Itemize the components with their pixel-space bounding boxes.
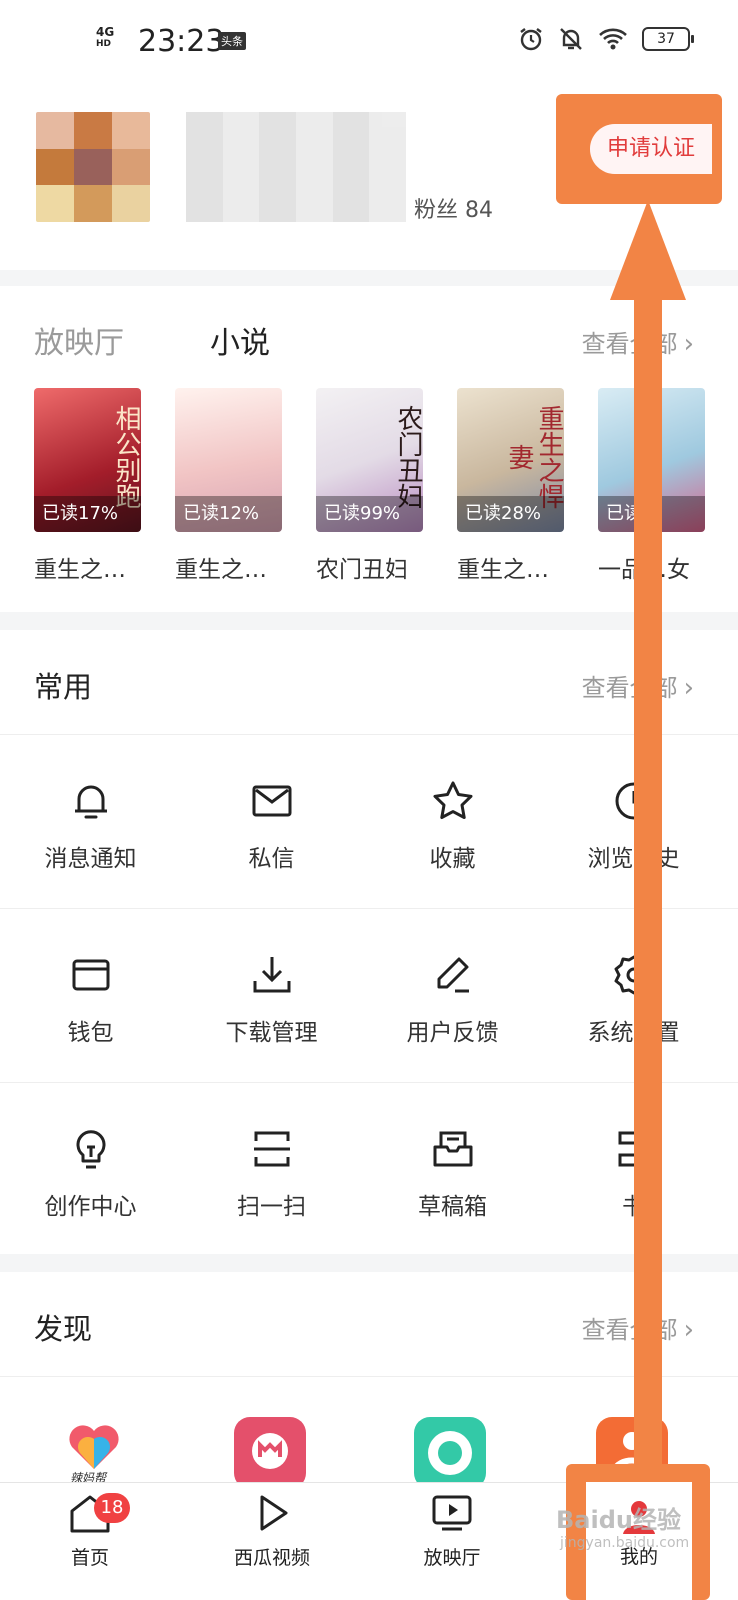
pen-icon xyxy=(437,957,469,993)
book-item[interactable]: 已读… 一品…女 xyxy=(598,388,705,584)
common-row: 钱包 下载管理 用户反馈 系统设置 xyxy=(0,908,738,1080)
read-progress: 已读12% xyxy=(175,496,282,532)
home-unread-badge: 18 xyxy=(94,1493,130,1523)
read-progress: 已读28% xyxy=(457,496,564,532)
reading-section: 放映厅 小说 查看全部 › 相公别跑 已读17% 重生之… 已读12% 重生之… … xyxy=(0,286,738,612)
avatar[interactable] xyxy=(36,112,150,222)
book-title: 农门丑妇 xyxy=(316,557,408,583)
book-cover: 农门丑妇 已读99% xyxy=(316,388,423,532)
system-settings-item[interactable]: 系统设置 xyxy=(543,909,724,1080)
tab-screening-hall[interactable]: 放映厅 xyxy=(34,318,124,362)
baidu-watermark: Baidu经验 jingyan.baidu.com xyxy=(556,1506,690,1551)
tab-novel[interactable]: 小说 xyxy=(210,318,270,362)
apply-certification-button[interactable]: 申请认证 xyxy=(590,124,712,174)
chevron-right-icon: › xyxy=(683,673,694,703)
lamabang-app-icon[interactable]: 辣妈帮 xyxy=(58,1417,130,1489)
discover-title: 发现 xyxy=(34,1312,93,1346)
book-title: 重生之… xyxy=(175,557,267,583)
network-indicator: 4G HD xyxy=(96,25,115,49)
private-message-item[interactable]: 私信 xyxy=(181,735,362,906)
book-item[interactable]: 相公别跑 已读17% 重生之… xyxy=(34,388,141,584)
user-feedback-item[interactable]: 用户反馈 xyxy=(362,909,543,1080)
mail-icon xyxy=(252,785,291,817)
book-cover: 已读12% xyxy=(175,388,282,532)
common-section: 常用 查看全部 › 消息通知 私信 收藏 浏览历史 钱包 下载管理 用户反馈 系… xyxy=(0,630,738,1254)
bell-icon xyxy=(74,785,107,819)
discover-see-all-link[interactable]: 查看全部 › xyxy=(582,1310,694,1345)
scan-icon xyxy=(253,1131,290,1167)
chevron-right-icon: › xyxy=(683,1315,694,1345)
pink-m-app-icon[interactable] xyxy=(234,1417,306,1489)
favorites-item[interactable]: 收藏 xyxy=(362,735,543,906)
book-item[interactable]: 农门丑妇 已读99% 农门丑妇 xyxy=(316,388,423,584)
creation-center-item[interactable]: 创作中心 xyxy=(0,1083,181,1254)
chevron-right-icon: › xyxy=(683,329,694,359)
battery-indicator: 37 xyxy=(642,27,694,51)
clock-icon xyxy=(615,782,652,820)
book-list: 相公别跑 已读17% 重生之… 已读12% 重生之… 农门丑妇 已读99% 农门… xyxy=(34,388,705,584)
mute-bell-icon xyxy=(560,28,582,50)
common-header: 常用 查看全部 › xyxy=(0,630,738,730)
drafts-icon xyxy=(433,1131,472,1167)
read-progress: 已读17% xyxy=(34,496,141,532)
common-row: 消息通知 私信 收藏 浏览历史 xyxy=(0,734,738,906)
common-title: 常用 xyxy=(34,670,93,704)
tab-screening-hall-nav[interactable]: 放映厅 xyxy=(392,1491,512,1570)
discover-header: 发现 查看全部 › xyxy=(0,1272,738,1372)
tv-play-icon xyxy=(432,1495,472,1531)
book-cover: 已读… xyxy=(598,388,705,532)
message-notification-item[interactable]: 消息通知 xyxy=(0,735,181,906)
book-icon xyxy=(618,1131,649,1167)
username-blurred xyxy=(186,112,406,222)
follower-stat[interactable]: 粉丝 84 xyxy=(414,192,493,224)
common-row: 创作中心 扫一扫 草稿箱 书 xyxy=(0,1082,738,1254)
tab-xigua-video[interactable]: 西瓜视频 xyxy=(212,1491,332,1570)
book-title: 重生之… xyxy=(457,557,549,583)
common-see-all-link[interactable]: 查看全部 › xyxy=(582,668,694,703)
green-app-icon[interactable] xyxy=(414,1417,486,1489)
book-cover: 重生之悍妻 已读28% xyxy=(457,388,564,532)
browsing-history-item[interactable]: 浏览历史 xyxy=(543,735,724,906)
toutiao-notification-badge: 头条 xyxy=(218,32,246,50)
tab-home[interactable]: 18 首页 xyxy=(30,1491,150,1570)
download-management-item[interactable]: 下载管理 xyxy=(181,909,362,1080)
status-bar: 4G HD 23:23 头条 37 xyxy=(0,0,738,80)
play-icon xyxy=(260,1495,288,1531)
read-progress: 已读… xyxy=(598,496,705,532)
clock-time: 23:23 xyxy=(138,24,225,59)
status-icons: 37 xyxy=(518,26,694,52)
book-item[interactable]: 重生之悍妻 已读28% 重生之… xyxy=(457,388,564,584)
book-title: 重生之… xyxy=(34,557,126,583)
novel-see-all-link[interactable]: 查看全部 › xyxy=(582,324,694,359)
read-progress: 已读99% xyxy=(316,496,423,532)
bookshelf-item[interactable]: 书 xyxy=(543,1083,724,1254)
drafts-item[interactable]: 草稿箱 xyxy=(362,1083,543,1254)
wifi-icon xyxy=(599,28,627,50)
alarm-icon xyxy=(520,28,542,51)
star-icon xyxy=(433,781,472,819)
wallet-icon xyxy=(72,959,109,991)
gear-icon xyxy=(614,955,653,995)
bulb-icon xyxy=(76,1130,105,1169)
download-icon xyxy=(253,957,290,993)
book-title: 一品…女 xyxy=(598,557,690,583)
discover-section: 发现 查看全部 › 辣妈帮 xyxy=(0,1272,738,1489)
scan-item[interactable]: 扫一扫 xyxy=(181,1083,362,1254)
book-item[interactable]: 已读12% 重生之… xyxy=(175,388,282,584)
wallet-item[interactable]: 钱包 xyxy=(0,909,181,1080)
book-cover: 相公别跑 已读17% xyxy=(34,388,141,532)
